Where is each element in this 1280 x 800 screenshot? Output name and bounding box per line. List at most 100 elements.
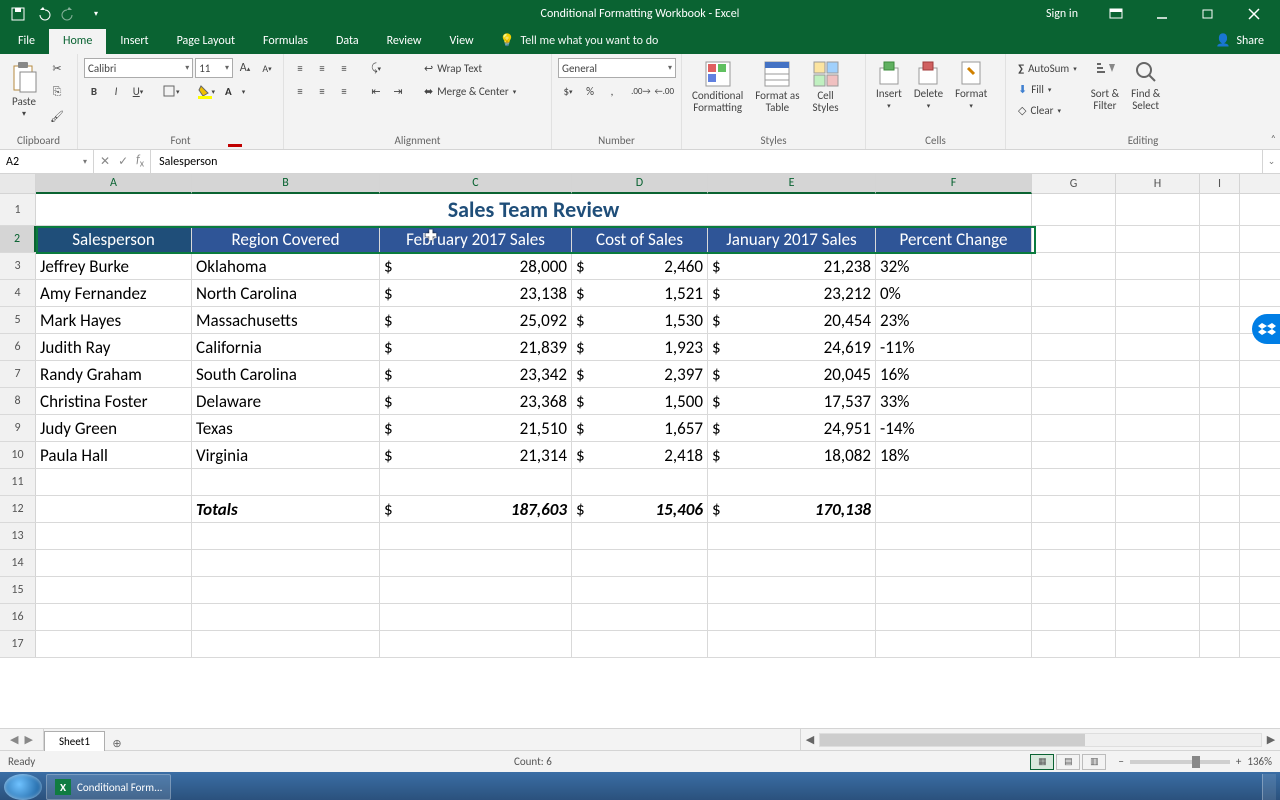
cell[interactable] (192, 577, 380, 603)
decrease-indent-icon[interactable]: ⇤ (366, 81, 386, 101)
cell[interactable] (1032, 415, 1116, 441)
taskbar-item-excel[interactable]: X Conditional Form... (46, 774, 171, 800)
cell-totals-jan[interactable]: $170,138 (708, 496, 876, 522)
tab-view[interactable]: View (436, 29, 488, 54)
cell-jan[interactable]: $24,951 (708, 415, 876, 441)
cell[interactable] (192, 469, 380, 495)
tab-file[interactable]: File (4, 29, 49, 54)
autosum-button[interactable]: ∑AutoSum▾ (1012, 58, 1083, 78)
scroll-right-icon[interactable]: ▶ (1262, 733, 1280, 746)
cell[interactable] (1116, 280, 1200, 306)
cell[interactable] (1032, 280, 1116, 306)
fill-button[interactable]: ⬇Fill▾ (1012, 79, 1083, 99)
fill-color-icon[interactable]: ▾ (194, 81, 220, 101)
cancel-formula-icon[interactable]: ✕ (100, 154, 110, 169)
cell[interactable] (380, 631, 572, 657)
tab-home[interactable]: Home (49, 29, 106, 54)
cell[interactable] (876, 577, 1032, 603)
cell[interactable] (1200, 334, 1240, 360)
cell[interactable] (1116, 226, 1200, 252)
cell[interactable] (1032, 226, 1116, 252)
cell[interactable] (1116, 361, 1200, 387)
row-header[interactable]: 10 (0, 442, 36, 468)
cell[interactable] (1032, 550, 1116, 576)
row-header[interactable]: 8 (0, 388, 36, 414)
qat-redo-icon[interactable] (58, 3, 82, 25)
cell-jan[interactable]: $17,537 (708, 388, 876, 414)
col-header-c[interactable]: C (380, 174, 572, 194)
col-header-i[interactable]: I (1200, 174, 1240, 193)
cell[interactable] (572, 631, 708, 657)
cell[interactable] (1116, 415, 1200, 441)
tab-review[interactable]: Review (373, 29, 436, 54)
wrap-text-button[interactable]: ↩Wrap Text (418, 58, 522, 78)
row-header[interactable]: 6 (0, 334, 36, 360)
cell[interactable] (1032, 253, 1116, 279)
tab-data[interactable]: Data (322, 29, 373, 54)
format-cells-button[interactable]: Format▾ (951, 58, 991, 112)
cut-icon[interactable]: ✂ (46, 58, 68, 78)
cell[interactable] (192, 523, 380, 549)
paste-button[interactable]: Paste ▾ (6, 58, 42, 121)
cell[interactable] (1200, 194, 1240, 225)
cell[interactable] (708, 523, 876, 549)
borders-icon[interactable]: ▾ (158, 81, 184, 101)
zoom-slider[interactable] (1130, 760, 1230, 764)
view-page-break-icon[interactable]: ▥ (1082, 754, 1106, 770)
cell[interactable] (192, 550, 380, 576)
cell-pct[interactable]: -11% (876, 334, 1032, 360)
align-middle-icon[interactable]: ≡ (312, 58, 332, 78)
select-all-corner[interactable] (0, 174, 36, 193)
cell[interactable] (876, 523, 1032, 549)
close-icon[interactable] (1232, 0, 1276, 28)
cell-cost[interactable]: $1,657 (572, 415, 708, 441)
cell[interactable] (192, 631, 380, 657)
row-header[interactable]: 15 (0, 577, 36, 603)
cell[interactable] (708, 469, 876, 495)
accounting-format-icon[interactable]: $▾ (558, 81, 578, 101)
cell-totals-feb[interactable]: $187,603 (380, 496, 572, 522)
cell[interactable] (1116, 334, 1200, 360)
zoom-out-icon[interactable]: − (1118, 755, 1123, 768)
cell-cost[interactable]: $1,530 (572, 307, 708, 333)
col-header-g[interactable]: G (1032, 174, 1116, 193)
align-bottom-icon[interactable]: ≡ (334, 58, 354, 78)
row-header[interactable]: 9 (0, 415, 36, 441)
increase-font-icon[interactable]: A▴ (235, 58, 255, 78)
cell-region[interactable]: North Carolina (192, 280, 380, 306)
cell-cost[interactable]: $2,418 (572, 442, 708, 468)
cell-feb[interactable]: $21,839 (380, 334, 572, 360)
dropbox-icon[interactable] (1252, 314, 1280, 344)
cell-feb[interactable]: $25,092 (380, 307, 572, 333)
cell-feb[interactable]: $21,314 (380, 442, 572, 468)
cell-jan[interactable]: $18,082 (708, 442, 876, 468)
sheet-nav-next-icon[interactable]: ▶ (24, 733, 32, 746)
cell[interactable] (572, 523, 708, 549)
cell[interactable] (1116, 550, 1200, 576)
delete-cells-button[interactable]: Delete▾ (910, 58, 947, 112)
font-color-icon[interactable]: A▾ (221, 81, 249, 101)
font-size-combo[interactable]: 11▾ (195, 58, 233, 78)
qat-save-icon[interactable] (6, 3, 30, 25)
cell-region[interactable]: Massachusetts (192, 307, 380, 333)
cell[interactable] (1032, 361, 1116, 387)
cell[interactable] (1200, 307, 1240, 333)
align-center-icon[interactable]: ≡ (312, 81, 332, 101)
cell-region[interactable]: Texas (192, 415, 380, 441)
cell-cost[interactable]: $1,521 (572, 280, 708, 306)
cell[interactable] (1200, 415, 1240, 441)
cell-pct[interactable]: 32% (876, 253, 1032, 279)
col-header-h[interactable]: H (1116, 174, 1200, 193)
cell-pct[interactable]: 0% (876, 280, 1032, 306)
title-cell[interactable]: Sales Team Review (36, 194, 1032, 225)
cell[interactable] (1200, 442, 1240, 468)
merge-center-button[interactable]: ⬌Merge & Center▾ (418, 81, 522, 101)
view-page-layout-icon[interactable]: ▤ (1056, 754, 1080, 770)
cell[interactable] (1200, 469, 1240, 495)
format-painter-icon[interactable]: 🖌 (46, 106, 68, 126)
row-header[interactable]: 7 (0, 361, 36, 387)
cell[interactable] (1032, 523, 1116, 549)
cell-feb[interactable]: $23,368 (380, 388, 572, 414)
show-desktop[interactable] (1262, 774, 1276, 800)
cell-cost[interactable]: $2,397 (572, 361, 708, 387)
